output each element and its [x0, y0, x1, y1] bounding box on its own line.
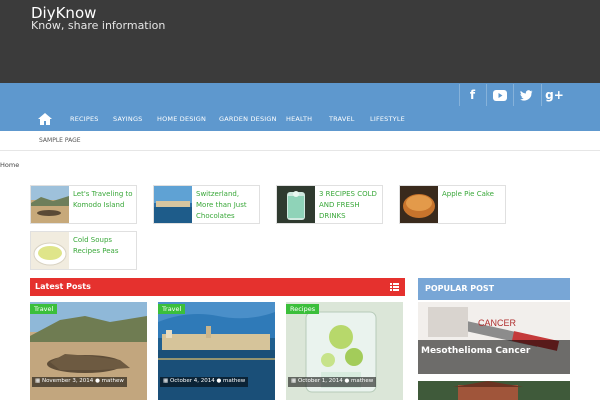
popular-post-image[interactable] [418, 381, 570, 400]
facebook-icon[interactable]: f [459, 84, 485, 106]
related-card[interactable]: Cold Soups Recipes Peas [30, 231, 137, 270]
twitter-icon[interactable] [513, 84, 539, 106]
related-thumbnail [31, 186, 69, 223]
nav-item-travel[interactable]: TRAVEL [329, 115, 355, 123]
post-card[interactable]: Travel ▦ November 3, 2014 ● mathew [30, 302, 147, 400]
post-date: October 1, 2014 [297, 378, 343, 384]
youtube-glyph [492, 89, 507, 101]
sub-navbar [0, 131, 600, 151]
nav-item-health[interactable]: HEALTH [286, 115, 312, 123]
google-plus-glyph: g+ [545, 88, 564, 102]
related-thumbnail [277, 186, 315, 223]
post-author[interactable]: mathew [102, 378, 124, 384]
post-meta: ▦ October 1, 2014 ● mathew [288, 377, 377, 387]
breadcrumb[interactable]: Home [0, 161, 19, 169]
related-thumbnail [31, 232, 69, 269]
list-icon[interactable] [390, 283, 399, 291]
post-meta: ▦ October 4, 2014 ● mathew [160, 377, 249, 387]
post-category-badge[interactable]: Recipes [286, 304, 320, 314]
post-date: October 4, 2014 [169, 378, 215, 384]
twitter-glyph [520, 89, 533, 101]
related-title[interactable]: Let's Traveling to Komodo Island [73, 189, 135, 211]
nav-item-lifestyle[interactable]: LIFESTYLE [370, 115, 405, 123]
post-date: November 3, 2014 [41, 378, 94, 384]
related-title[interactable]: 3 RECIPES COLD AND FRESH DRINKS [319, 189, 381, 222]
facebook-glyph: f [469, 88, 476, 102]
home-icon[interactable] [38, 112, 52, 126]
related-thumbnail [154, 186, 192, 223]
post-card[interactable]: Travel ▦ October 4, 2014 ● mathew [158, 302, 275, 400]
post-author[interactable]: mathew [351, 378, 373, 384]
calendar-icon: ▦ [291, 378, 298, 384]
related-card[interactable]: Let's Traveling to Komodo Island [30, 185, 137, 224]
related-card[interactable]: Apple Pie Cake [399, 185, 506, 224]
calendar-icon: ▦ [163, 378, 170, 384]
site-tagline: Know, share information [31, 19, 166, 32]
popular-post-title: POPULAR POST [425, 284, 495, 293]
related-title[interactable]: Cold Soups Recipes Peas [73, 235, 135, 257]
calendar-icon: ▦ [35, 378, 42, 384]
latest-posts-header: Latest Posts [30, 278, 405, 296]
related-thumbnail [400, 186, 438, 223]
youtube-icon[interactable] [486, 84, 512, 106]
post-category-badge[interactable]: Travel [30, 304, 58, 314]
related-title[interactable]: Switzerland, More than Just Chocolates [196, 189, 258, 222]
nav-item-home-design[interactable]: HOME DESIGN [157, 115, 206, 123]
post-category-badge[interactable]: Travel [158, 304, 186, 314]
latest-posts-title: Latest Posts [35, 282, 91, 291]
nav-item-sayings[interactable]: SAYINGS [113, 115, 143, 123]
popular-post-item-title[interactable]: Mesothelioma Cancer [421, 346, 530, 356]
post-card[interactable]: Recipes ▦ October 1, 2014 ● mathew [286, 302, 403, 400]
popular-post-header: POPULAR POST [418, 278, 570, 300]
subnav-item-sample-page[interactable]: SAMPLE PAGE [39, 137, 81, 144]
nav-item-garden-design[interactable]: GARDEN DESIGN [219, 115, 277, 123]
nav-item-recipes[interactable]: RECIPES [70, 115, 99, 123]
related-card[interactable]: Switzerland, More than Just Chocolates [153, 185, 260, 224]
google-plus-icon[interactable]: g+ [541, 84, 567, 106]
post-meta: ▦ November 3, 2014 ● mathew [32, 377, 127, 387]
related-card[interactable]: 3 RECIPES COLD AND FRESH DRINKS [276, 185, 383, 224]
svg-text:CANCER: CANCER [478, 318, 517, 328]
related-title[interactable]: Apple Pie Cake [442, 189, 504, 200]
post-author[interactable]: mathew [223, 378, 245, 384]
popular-post-caption[interactable]: Mesothelioma Cancer [418, 340, 570, 374]
